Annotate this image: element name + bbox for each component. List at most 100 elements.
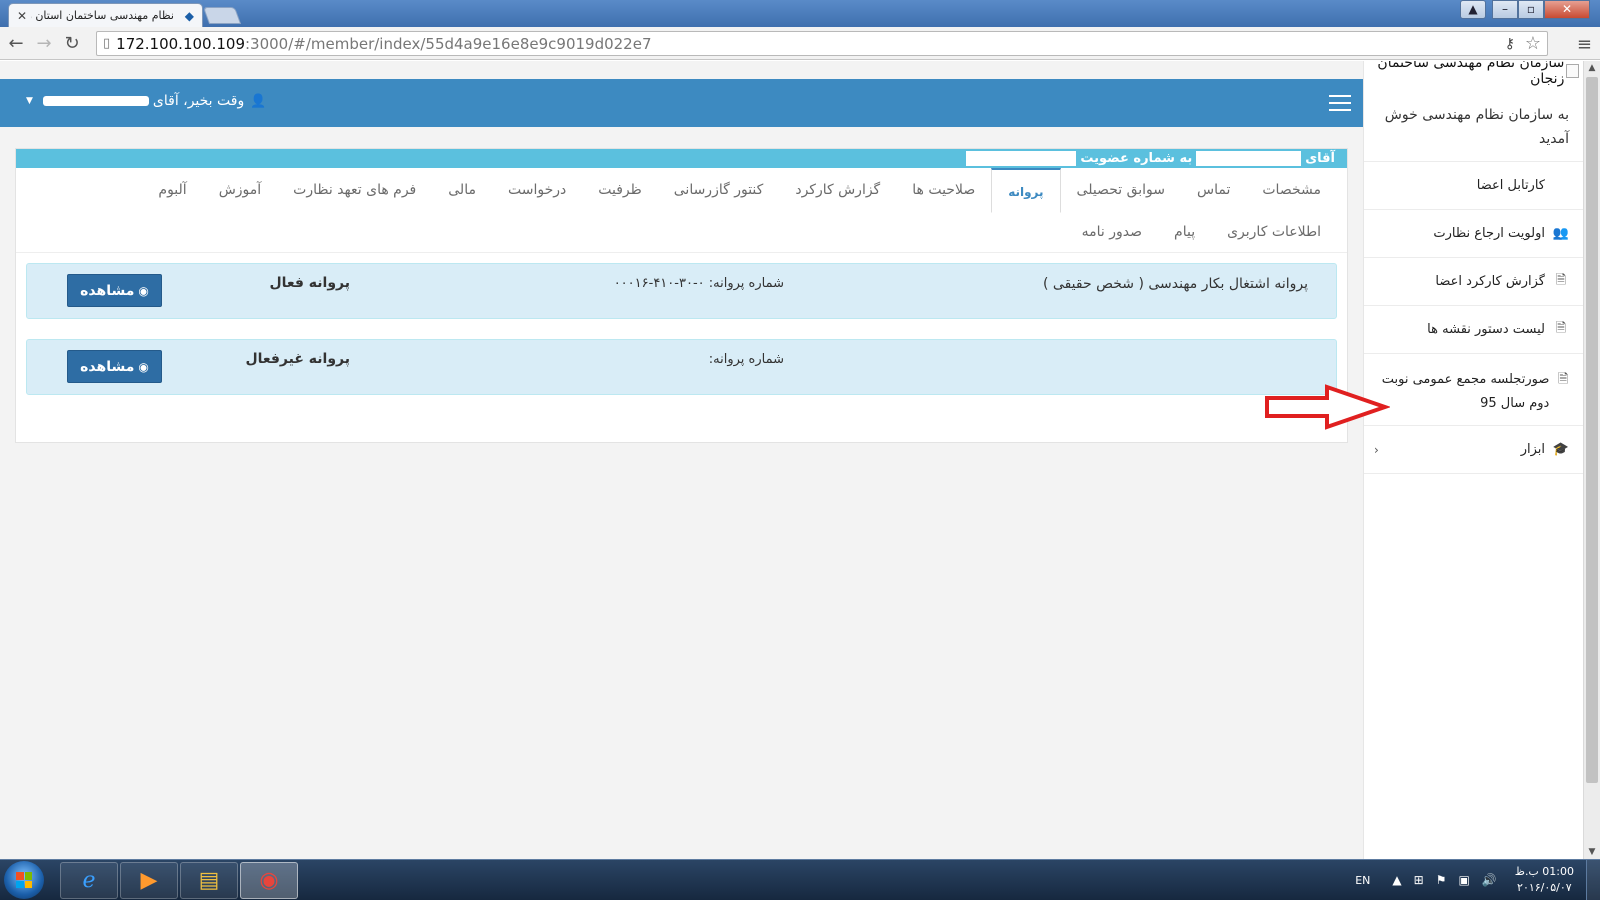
system-tray: EN ▲ ⊞ ⚑ ▣ 🔊 01:00 ب.ظ ۲۰۱۶/۰۵/۰۷ [1355, 860, 1600, 900]
users-icon: 👥 [1552, 226, 1569, 241]
license-status: پروانه فعال [269, 275, 350, 291]
scroll-up-icon[interactable]: ▲ [1584, 63, 1600, 73]
clock-time: 01:00 ب.ظ [1514, 865, 1574, 878]
broken-logo-icon [1566, 64, 1579, 78]
tab-gas-meter[interactable]: کنتور گازرسانی [658, 168, 780, 212]
tab-request[interactable]: درخواست [492, 168, 582, 212]
sidebar-item-member-report[interactable]: 🗎 گزارش کارکرد اعضا [1364, 258, 1583, 306]
license-row: پروانه اشتغال بکار مهندسی ( شخص حقیقی ) … [26, 263, 1337, 319]
greeting-text: وقت بخیر، آقای [152, 93, 245, 109]
windows-logo-icon [16, 872, 32, 888]
tab-training[interactable]: آموزش [203, 168, 277, 212]
page-icon: ▯ [103, 36, 111, 51]
maximize-button[interactable]: ▫ [1518, 0, 1544, 19]
tab-education[interactable]: سوابق تحصیلی [1061, 168, 1181, 212]
tab-close-icon[interactable]: ✕ [17, 9, 27, 23]
file-explorer-icon[interactable]: ▤ [180, 862, 238, 899]
tab-row-2: اطلاعات کاربری پیام صدور نامه [16, 212, 1337, 252]
tab-profile[interactable]: مشخصات [1246, 168, 1337, 212]
eye-icon: ◉ [138, 283, 149, 298]
tab-album[interactable]: آلبوم [142, 168, 202, 212]
show-hidden-icons-icon[interactable]: ▲ [1392, 873, 1401, 887]
license-status: پروانه غیرفعال [245, 351, 350, 367]
profile-tabs: مشخصات تماس سوابق تحصیلی پروانه صلاحیت ه… [16, 167, 1347, 253]
tab-contact[interactable]: تماس [1181, 168, 1246, 212]
tab-qualifications[interactable]: صلاحیت ها [896, 168, 991, 212]
sidebar-item-label: اولویت ارجاع نظارت [1433, 226, 1545, 241]
sidebar-item-assembly-minutes[interactable]: 🗎 صورتجلسه مجمع عمومی نوبت دوم سال 95 [1364, 354, 1583, 426]
sidebar-item-label: صورتجلسه مجمع عمومی نوبت دوم سال 95 [1381, 372, 1550, 411]
license-name: پروانه اشتغال بکار مهندسی ( شخص حقیقی ) [1043, 276, 1308, 292]
license-number: شماره پروانه: [708, 352, 784, 367]
window-controls: ▲ – ▫ ✕ [1460, 0, 1590, 19]
bookmark-star-icon[interactable]: ☆ [1525, 33, 1541, 54]
network-icon[interactable]: ▣ [1458, 873, 1469, 887]
chrome-menu-icon[interactable]: ≡ [1577, 34, 1592, 55]
sidebar-item-label: لیست دستور نقشه ها [1427, 322, 1545, 337]
forward-arrow-icon[interactable]: → [32, 33, 56, 54]
clock[interactable]: 01:00 ب.ظ ۲۰۱۶/۰۵/۰۷ [1515, 864, 1574, 896]
taskbar: ℯ ▶ ▤ ◉ EN ▲ ⊞ ⚑ ▣ 🔊 01:00 ب.ظ ۲۰۱۶/۰۵/۰… [0, 859, 1600, 900]
view-license-button[interactable]: ◉ مشاهده [67, 274, 162, 307]
browser-toolbar: ← → ↻ ▯ 172.100.100.109 :3000/#/member/i… [0, 27, 1600, 60]
address-bar[interactable]: ▯ 172.100.100.109 :3000/#/member/index/5… [96, 31, 1548, 56]
language-indicator[interactable]: EN [1355, 874, 1370, 887]
hamburger-menu-icon[interactable] [1329, 95, 1351, 116]
panel-title-mid: به شماره عضویت [1080, 151, 1193, 166]
document-icon: 🗎 [1555, 320, 1567, 336]
scrollbar-thumb[interactable] [1586, 77, 1598, 783]
action-center-icon[interactable]: ⚑ [1436, 873, 1447, 887]
close-window-button[interactable]: ✕ [1544, 0, 1590, 19]
new-tab-button[interactable] [202, 7, 242, 24]
sidebar-item-map-orders[interactable]: 🗎 لیست دستور نقشه ها [1364, 306, 1583, 354]
sidebar-item-supervision-priority[interactable]: 👥 اولویت ارجاع نظارت [1364, 210, 1583, 258]
windows-flag-icon[interactable]: ⊞ [1414, 873, 1424, 887]
sidebar-item-tools[interactable]: 🎓 ابزار ‹ [1364, 426, 1583, 474]
view-button-label: مشاهده [80, 282, 135, 299]
browser-titlebar: ◆ نظام مهندسی ساختمان استان زنجان ✕ ▲ – … [0, 0, 1600, 27]
sidebar-item-label: ابزار [1520, 442, 1545, 457]
brand-text: سازمان نظام مهندسی ساختمان زنجان [1377, 61, 1565, 87]
view-button-label: مشاهده [80, 358, 135, 375]
panel-heading: آقای به شماره عضویت [16, 149, 1347, 168]
welcome-text: به سازمان نظام مهندسی خوش آمدید [1364, 81, 1583, 162]
start-button[interactable] [4, 861, 44, 899]
url-host: 172.100.100.109 [116, 34, 245, 53]
scroll-down-icon[interactable]: ▼ [1584, 847, 1600, 857]
tab-financial[interactable]: مالی [432, 168, 492, 212]
volume-icon[interactable]: 🔊 [1482, 873, 1497, 887]
member-panel: آقای به شماره عضویت مشخصات تماس سوابق تح… [15, 148, 1348, 443]
redacted-member-name [1196, 151, 1302, 166]
tab-user-info[interactable]: اطلاعات کاربری [1211, 224, 1337, 240]
reload-icon[interactable]: ↻ [60, 33, 84, 54]
chrome-icon[interactable]: ◉ [240, 862, 298, 899]
sidebar: سازمان نظام مهندسی ساختمان زنجان به سازم… [1363, 61, 1583, 859]
minimize-button[interactable]: – [1492, 0, 1518, 19]
tab-title: نظام مهندسی ساختمان استان زنجان [31, 9, 174, 22]
browser-tab[interactable]: ◆ نظام مهندسی ساختمان استان زنجان ✕ [8, 3, 203, 27]
license-number: شماره پروانه: ۰-۳۰-۴۱۰-۰۰۰۱۶ [613, 276, 784, 291]
clock-date: ۲۰۱۶/۰۵/۰۷ [1517, 881, 1572, 894]
key-icon[interactable]: ⚷ [1505, 36, 1515, 52]
sidebar-item-cartable[interactable]: کارتابل اعضا [1364, 162, 1583, 210]
eye-icon: ◉ [138, 359, 149, 374]
profile-icon[interactable]: ▲ [1460, 0, 1486, 19]
tab-license[interactable]: پروانه [991, 167, 1061, 213]
brand[interactable]: سازمان نظام مهندسی ساختمان زنجان [1364, 61, 1583, 87]
page-scrollbar[interactable]: ▲ ▼ [1583, 61, 1600, 859]
tab-messages[interactable]: پیام [1158, 224, 1211, 240]
sidebar-item-label: گزارش کارکرد اعضا [1435, 274, 1545, 289]
main-content: 👤 وقت بخیر، آقای ▼ آقای به شماره عضویت م… [0, 79, 1363, 859]
view-license-button[interactable]: ◉ مشاهده [67, 350, 162, 383]
tab-work-report[interactable]: گزارش کارکرد [779, 168, 896, 212]
back-arrow-icon[interactable]: ← [4, 33, 28, 54]
redacted-member-number [966, 151, 1077, 166]
media-player-icon[interactable]: ▶ [120, 862, 178, 899]
user-menu[interactable]: 👤 وقت بخیر، آقای ▼ [26, 93, 266, 109]
show-desktop-button[interactable] [1586, 860, 1600, 900]
tab-supervision-forms[interactable]: فرم های تعهد نظارت [277, 168, 432, 212]
top-navbar: 👤 وقت بخیر، آقای ▼ [0, 79, 1363, 127]
tab-capacity[interactable]: ظرفیت [582, 168, 658, 212]
internet-explorer-icon[interactable]: ℯ [60, 862, 118, 899]
tab-issue-letter[interactable]: صدور نامه [1066, 224, 1158, 240]
